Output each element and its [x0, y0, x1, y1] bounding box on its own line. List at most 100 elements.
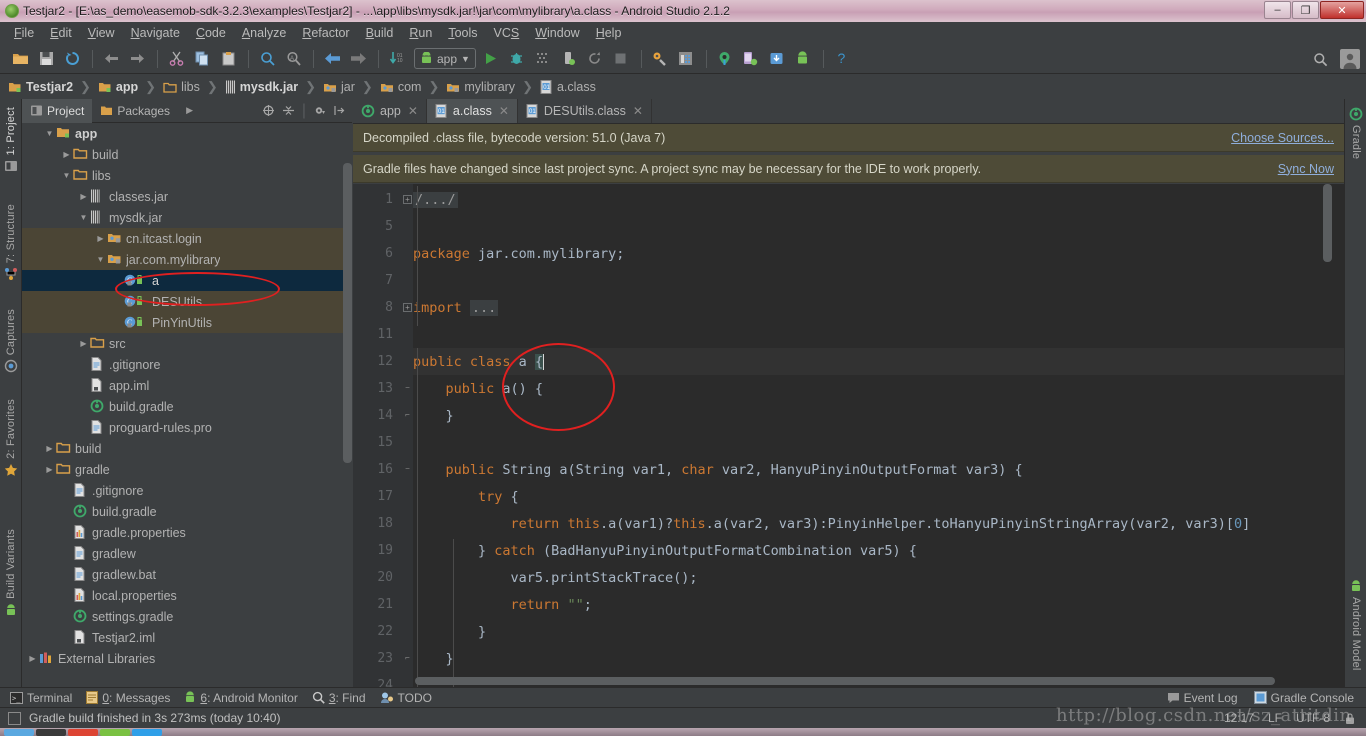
tree-expander-right-icon[interactable]: ▶ [60, 150, 73, 159]
file-encoding[interactable]: UTF-8 [1296, 711, 1330, 725]
close-icon[interactable]: ✕ [499, 104, 509, 118]
menu-item-vcs[interactable]: VCS [486, 24, 528, 42]
tree-expander-down-icon[interactable]: ▼ [77, 213, 90, 222]
menu-item-window[interactable]: Window [527, 24, 587, 42]
left-strip-2--favorites[interactable]: 2: Favorites [0, 399, 22, 477]
tree-node[interactable]: proguard-rules.pro [22, 417, 352, 438]
code-line[interactable]: package jar.com.mylibrary; [413, 240, 624, 267]
attach-debugger-icon[interactable] [557, 47, 581, 71]
tree-node[interactable]: gradlew.bat [22, 564, 352, 585]
fold-toggle-icon[interactable]: + [403, 303, 412, 312]
stop-icon[interactable] [609, 47, 633, 71]
tool-window-6--android-monitor[interactable]: 6: Android Monitor [184, 691, 298, 705]
taskbar-icon[interactable] [36, 728, 66, 736]
tree-node[interactable]: ▼ mysdk.jar [22, 207, 352, 228]
menu-item-navigate[interactable]: Navigate [123, 24, 188, 42]
code-line[interactable]: public String a(String var1, char var2, … [413, 456, 1023, 483]
taskbar-icon[interactable] [100, 728, 130, 736]
tree-node[interactable]: app.iml [22, 375, 352, 396]
editor-tab-desutils-class[interactable]: 01 DESUtils.class ✕ [518, 99, 652, 123]
sdk-download-icon[interactable] [765, 47, 789, 71]
left-strip-7--structure[interactable]: 7: Structure [0, 204, 22, 281]
tree-expander-right-icon[interactable]: ▶ [43, 465, 56, 474]
close-button[interactable]: ✕ [1320, 1, 1364, 19]
tree-expander-right-icon[interactable]: ▶ [94, 234, 107, 243]
tree-node[interactable]: local.properties [22, 585, 352, 606]
tree-node[interactable]: ▼ libs [22, 165, 352, 186]
code-folding-gutter[interactable] [401, 184, 413, 687]
breadcrumb-item-com[interactable]: com [380, 80, 421, 94]
tab-project[interactable]: Project [22, 98, 93, 123]
lock-icon[interactable] [1344, 712, 1356, 725]
menu-item-edit[interactable]: Edit [42, 24, 80, 42]
breadcrumb-item-testjar2[interactable]: Testjar2 [8, 80, 73, 94]
tree-expander-right-icon[interactable]: ▶ [77, 339, 90, 348]
forward-icon[interactable] [346, 47, 370, 71]
replace-icon[interactable]: A [281, 47, 305, 71]
editor-horizontal-scrollbar[interactable] [415, 677, 1275, 685]
code-line[interactable]: public class a { [413, 348, 545, 375]
fold-toggle-icon[interactable]: − [403, 465, 412, 474]
back-icon[interactable] [320, 47, 344, 71]
fold-toggle-icon[interactable]: − [403, 384, 412, 393]
code-line[interactable]: import ... [413, 294, 499, 321]
code-line[interactable]: } [413, 402, 454, 429]
code-line[interactable]: } catch (BadHanyuPinyinOutputFormatCombi… [413, 537, 917, 564]
tree-node[interactable]: .gitignore [22, 354, 352, 375]
device-monitor-icon[interactable] [739, 47, 763, 71]
redo-icon[interactable] [125, 47, 149, 71]
tree-node[interactable]: build.gradle [22, 396, 352, 417]
tree-node[interactable]: ▶ cn.itcast.login [22, 228, 352, 249]
tree-expander-down-icon[interactable]: ▼ [94, 255, 107, 264]
editor-tab-a-class[interactable]: 01 a.class ✕ [426, 99, 518, 123]
breadcrumb-item-mysdk-jar[interactable]: mysdk.jar [225, 80, 298, 94]
close-icon[interactable]: ✕ [408, 104, 418, 118]
code-line[interactable]: public a() { [413, 375, 544, 402]
project-tree[interactable]: ▼ app ▶ build ▼ libs ▶ classes.jar ▼ mysdk.jar ▶ cn… [22, 123, 352, 687]
breadcrumb-item-app[interactable]: app [98, 80, 138, 94]
breadcrumb-item-a-class[interactable]: 01 a.class [540, 80, 596, 94]
tool-window-event-log[interactable]: Event Log [1167, 691, 1238, 705]
fold-toggle-icon[interactable]: ⌐ [403, 654, 412, 663]
menu-item-build[interactable]: Build [358, 24, 402, 42]
line-separator[interactable]: LF [1268, 711, 1282, 725]
code-line[interactable]: return ""; [413, 591, 592, 618]
left-strip-build-variants[interactable]: Build Variants [0, 529, 22, 617]
help-icon[interactable]: ? [830, 47, 854, 71]
tree-expander-right-icon[interactable]: ▶ [26, 654, 39, 663]
breadcrumb-item-jar[interactable]: jar [323, 80, 355, 94]
taskbar-icon[interactable] [68, 728, 98, 736]
right-strip-gradle[interactable]: Gradle [1345, 107, 1366, 159]
tree-node[interactable]: ▼ app [22, 123, 352, 144]
fold-toggle-icon[interactable]: + [403, 195, 412, 204]
tree-expander-down-icon[interactable]: ▼ [60, 171, 73, 180]
hide-panel-icon[interactable] [333, 104, 346, 117]
code-line[interactable]: } [413, 618, 486, 645]
paste-icon[interactable] [216, 47, 240, 71]
menu-item-file[interactable]: File [6, 24, 42, 42]
tree-node[interactable]: Testjar2.iml [22, 627, 352, 648]
tree-node[interactable]: build.gradle [22, 501, 352, 522]
settings-gear-icon[interactable]: ▾ [313, 104, 326, 117]
tool-window-todo[interactable]: TODO [380, 691, 432, 705]
sdk-manager-icon[interactable] [648, 47, 672, 71]
compile-icon[interactable]: 01 10 [385, 47, 409, 71]
caret-position[interactable]: 12:17 [1224, 711, 1254, 725]
run-configuration-selector[interactable]: app ▼ [414, 48, 476, 69]
tree-node[interactable]: ▶ src [22, 333, 352, 354]
menu-item-help[interactable]: Help [588, 24, 630, 42]
collapse-all-icon[interactable] [282, 104, 295, 117]
code-line[interactable]: /.../ [413, 186, 458, 213]
tree-node[interactable]: gradle.properties [22, 522, 352, 543]
tree-node[interactable]: settings.gradle [22, 606, 352, 627]
tree-node[interactable]: ▶ build [22, 438, 352, 459]
tree-expander-right-icon[interactable]: ▶ [43, 444, 56, 453]
left-strip-captures[interactable]: Captures [0, 309, 22, 373]
chevron-down-icon[interactable]: ▼ [461, 54, 470, 64]
sync-now-link[interactable]: Sync Now [1278, 162, 1334, 176]
tree-node[interactable]: .gitignore [22, 480, 352, 501]
close-icon[interactable]: ✕ [633, 104, 643, 118]
open-folder-icon[interactable] [8, 47, 32, 71]
tree-node[interactable]: C PinYinUtils [22, 312, 352, 333]
find-icon[interactable] [255, 47, 279, 71]
